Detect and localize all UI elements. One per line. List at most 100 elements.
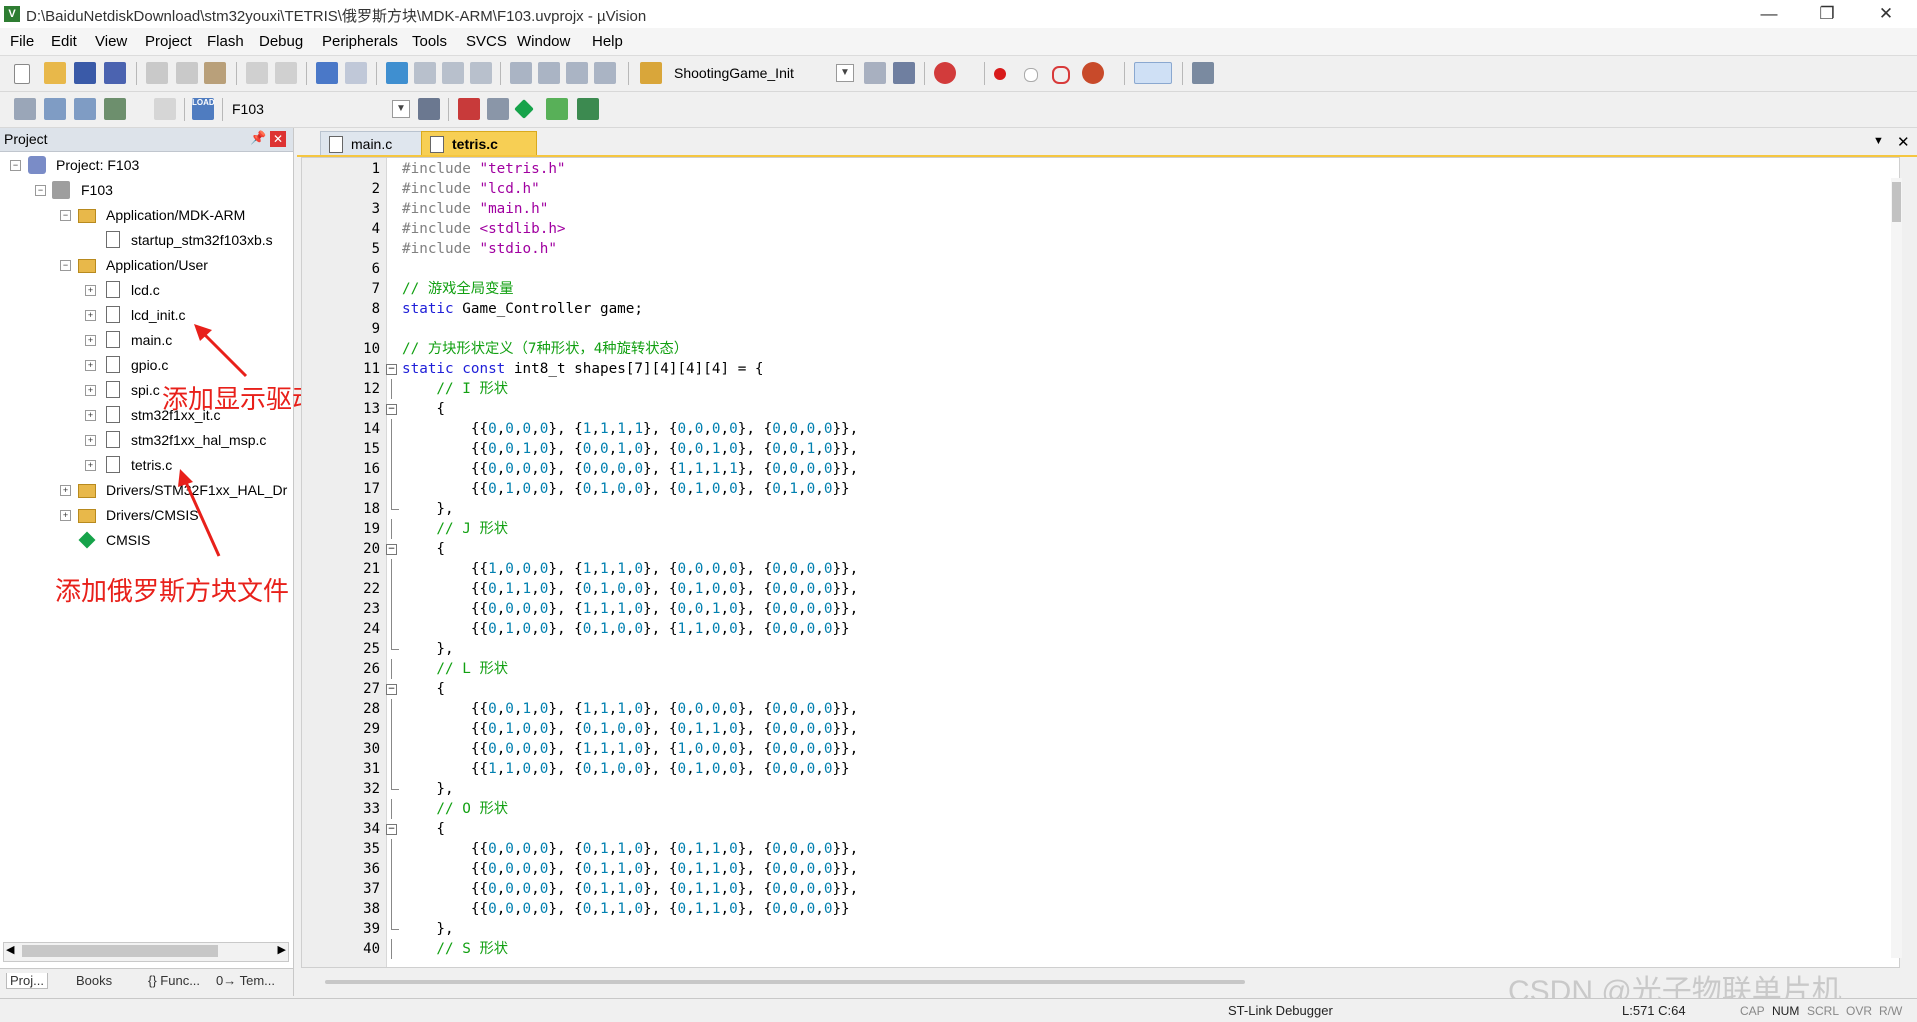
bookmark-clear-icon[interactable] — [470, 62, 492, 84]
code-line[interactable]: 36 {{0,0,0,0}, {0,1,1,0}, {0,1,1,0}, {0,… — [302, 859, 1882, 879]
code-line[interactable]: 40 // S 形状 — [302, 939, 1882, 959]
manage-multi-project-icon[interactable] — [487, 98, 509, 120]
tree-item-file[interactable]: + stm32f1xx_hal_msp.c — [0, 430, 290, 452]
code-line[interactable]: 6 — [302, 259, 1882, 279]
code-line[interactable]: 39 }, — [302, 919, 1882, 939]
manage-project-items-icon[interactable] — [458, 98, 480, 120]
collapse-toggle[interactable]: − — [60, 210, 71, 221]
collapse-toggle[interactable]: − — [10, 160, 21, 171]
close-tab-icon[interactable]: ✕ — [1897, 133, 1910, 151]
chevron-down-icon[interactable]: ▼ — [392, 100, 410, 118]
editor-vertical-scrollbar[interactable] — [1891, 178, 1902, 958]
code-line[interactable]: 21 {{1,0,0,0}, {1,1,1,0}, {0,0,0,0}, {0,… — [302, 559, 1882, 579]
tab-functions[interactable]: {} Func... — [148, 973, 200, 988]
code-line[interactable]: 27− { — [302, 679, 1882, 699]
rebuild-icon[interactable] — [74, 98, 96, 120]
menu-svcs[interactable]: SVCS — [466, 33, 507, 50]
configure-icon[interactable] — [1192, 62, 1214, 84]
paste-icon[interactable] — [204, 62, 226, 84]
panel-horizontal-scrollbar[interactable]: ◀ ▶ — [3, 942, 289, 962]
tree-item-project[interactable]: − Project: F103 — [0, 155, 290, 177]
navigate-forward-icon[interactable] — [345, 62, 367, 84]
expand-toggle[interactable]: + — [85, 460, 96, 471]
code-line[interactable]: 16 {{0,0,0,0}, {0,0,0,0}, {1,1,1,1}, {0,… — [302, 459, 1882, 479]
code-line[interactable]: 32 }, — [302, 779, 1882, 799]
tree-item-file[interactable]: startup_stm32f103xb.s — [0, 230, 290, 252]
code-line[interactable]: 7 // 游戏全局变量 — [302, 279, 1882, 299]
expand-toggle[interactable]: + — [60, 485, 71, 496]
navigate-back-icon[interactable] — [316, 62, 338, 84]
pin-icon[interactable]: 📌 — [250, 130, 266, 146]
tree-item-component[interactable]: CMSIS — [0, 530, 290, 552]
target-combo[interactable]: F103 ▼ — [228, 98, 412, 120]
tree-item-file[interactable]: + gpio.c — [0, 355, 290, 377]
code-line[interactable]: 3 #include "main.h" — [302, 199, 1882, 219]
fold-toggle-icon[interactable]: − — [386, 544, 397, 555]
code-line[interactable]: 5 #include "stdio.h" — [302, 239, 1882, 259]
tab-tetris-c[interactable]: tetris.c — [421, 131, 537, 155]
collapse-toggle[interactable]: − — [35, 185, 46, 196]
build-icon[interactable] — [44, 98, 66, 120]
editor-horizontal-scrollbar[interactable] — [325, 980, 1245, 984]
fold-toggle-icon[interactable]: − — [386, 364, 397, 375]
code-line[interactable]: 4 #include <stdlib.h> — [302, 219, 1882, 239]
debug-session-icon[interactable] — [934, 62, 956, 84]
code-line[interactable]: 26 // L 形状 — [302, 659, 1882, 679]
code-line[interactable]: 11− static const int8_t shapes[7][4][4][4… — [302, 359, 1882, 379]
tree-item-group[interactable]: − Application/MDK-ARM — [0, 205, 290, 227]
undo-icon[interactable] — [246, 62, 268, 84]
chevron-down-icon[interactable]: ▼ — [836, 64, 854, 82]
scroll-thumb[interactable] — [1892, 182, 1901, 222]
breakpoint-enable-icon[interactable] — [1024, 68, 1038, 82]
code-line[interactable]: 14 {{0,0,0,0}, {1,1,1,1}, {0,0,0,0}, {0,… — [302, 419, 1882, 439]
expand-toggle[interactable]: + — [60, 510, 71, 521]
find-in-files-icon[interactable] — [640, 62, 662, 84]
expand-toggle[interactable]: + — [85, 385, 96, 396]
tree-item-group[interactable]: + Drivers/STM32F1xx_HAL_Dr — [0, 480, 290, 502]
function-combo[interactable]: ShootingGame_Init ▼ — [670, 62, 856, 84]
close-window-button[interactable]: ✕ — [1857, 0, 1915, 28]
expand-toggle[interactable]: + — [85, 335, 96, 346]
uncomment-icon[interactable] — [594, 62, 616, 84]
code-line[interactable]: 19 // J 形状 — [302, 519, 1882, 539]
code-line[interactable]: 28 {{0,0,1,0}, {1,1,1,0}, {0,0,0,0}, {0,… — [302, 699, 1882, 719]
breakpoint-kill-all-icon[interactable] — [1082, 62, 1104, 84]
tab-templates[interactable]: 0→ Tem... — [216, 973, 275, 988]
expand-toggle[interactable]: + — [85, 360, 96, 371]
code-line[interactable]: 10 // 方块形状定义（7种形状，4种旋转状态） — [302, 339, 1882, 359]
stop-build-icon[interactable] — [154, 98, 176, 120]
close-panel-icon[interactable]: ✕ — [270, 131, 286, 147]
menu-tools[interactable]: Tools — [412, 33, 447, 50]
fold-toggle-icon[interactable]: − — [386, 824, 397, 835]
incremental-find-icon[interactable] — [893, 62, 915, 84]
comment-icon[interactable] — [566, 62, 588, 84]
restore-button[interactable]: ❐ — [1798, 0, 1856, 28]
find-icon[interactable] — [864, 62, 886, 84]
select-software-packs-icon[interactable] — [546, 98, 568, 120]
cut-icon[interactable] — [146, 62, 168, 84]
code-line[interactable]: 17 {{0,1,0,0}, {0,1,0,0}, {0,1,0,0}, {0,… — [302, 479, 1882, 499]
menu-view[interactable]: View — [95, 33, 127, 50]
code-line[interactable]: 8 static Game_Controller game; — [302, 299, 1882, 319]
code-line[interactable]: 1 #include "tetris.h" — [302, 159, 1882, 179]
menu-help[interactable]: Help — [592, 33, 623, 50]
breakpoint-insert-icon[interactable] — [994, 68, 1006, 80]
menu-file[interactable]: File — [10, 33, 34, 50]
tree-item-group[interactable]: + Drivers/CMSIS — [0, 505, 290, 527]
code-line[interactable]: 34− { — [302, 819, 1882, 839]
indent-icon[interactable] — [510, 62, 532, 84]
menu-project[interactable]: Project — [145, 33, 192, 50]
code-line[interactable]: 24 {{0,1,0,0}, {0,1,0,0}, {1,1,0,0}, {0,… — [302, 619, 1882, 639]
code-line[interactable]: 35 {{0,0,0,0}, {0,1,1,0}, {0,1,1,0}, {0,… — [302, 839, 1882, 859]
bookmark-insert-icon[interactable] — [386, 62, 408, 84]
code-line[interactable]: 33 // O 形状 — [302, 799, 1882, 819]
tree-item-file[interactable]: + tetris.c — [0, 455, 290, 477]
scroll-right-icon[interactable]: ▶ — [278, 943, 286, 956]
expand-toggle[interactable]: + — [85, 435, 96, 446]
batch-build-icon[interactable] — [104, 98, 126, 120]
fold-toggle-icon[interactable]: − — [386, 684, 397, 695]
pack-installer-icon[interactable] — [577, 98, 599, 120]
code-line[interactable]: 29 {{0,1,0,0}, {0,1,0,0}, {0,1,1,0}, {0,… — [302, 719, 1882, 739]
redo-icon[interactable] — [275, 62, 297, 84]
expand-toggle[interactable]: + — [85, 285, 96, 296]
